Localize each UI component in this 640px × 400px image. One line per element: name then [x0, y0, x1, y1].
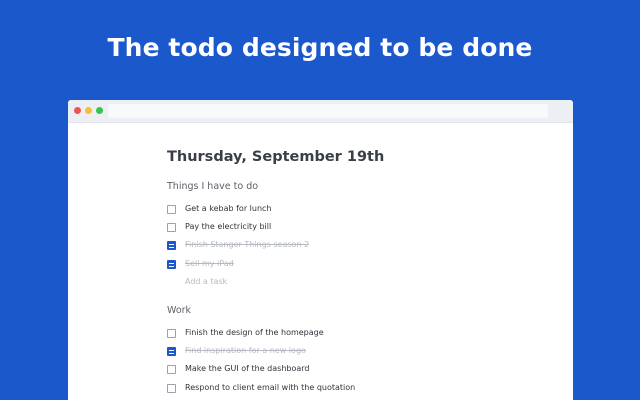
- task-item-done[interactable]: Finish Stanger Things season 2: [167, 239, 309, 251]
- task-label: Find inspiration for a new logo: [185, 346, 306, 355]
- task-label: Make the GUI of the dashboard: [185, 364, 310, 373]
- task-label: Finish the design of the homepage: [185, 328, 324, 337]
- task-label: Respond to client email with the quotati…: [185, 383, 356, 392]
- task-checkbox-checked[interactable]: [167, 346, 176, 356]
- task-label: Get a kebab for lunch: [185, 204, 272, 213]
- task-label: Finish Stanger Things season 2: [185, 240, 310, 249]
- task-checkbox[interactable]: [167, 328, 176, 338]
- task-checkbox[interactable]: [167, 364, 176, 374]
- task-checkbox[interactable]: [167, 383, 176, 393]
- section-title-personal: Things I have to do: [167, 181, 259, 192]
- task-item-done[interactable]: Find inspiration for a new logo: [167, 345, 306, 357]
- date-title: Thursday, September 19th: [167, 149, 385, 165]
- task-checkbox[interactable]: [167, 222, 176, 232]
- address-bar[interactable]: [108, 104, 548, 118]
- task-label: Pay the electricity bill: [185, 222, 272, 231]
- task-item[interactable]: Pay the electricity bill: [167, 221, 271, 233]
- task-item[interactable]: Respond to client email with the quotati…: [167, 382, 355, 394]
- todo-content: Thursday, September 19th Things I have t…: [167, 147, 547, 393]
- minimize-window-button[interactable]: [85, 107, 92, 114]
- app-window: Thursday, September 19th Things I have t…: [68, 100, 573, 400]
- section-title-work: Work: [167, 305, 192, 316]
- task-item[interactable]: Get a kebab for lunch: [167, 203, 272, 215]
- task-item[interactable]: Finish the design of the homepage: [167, 327, 324, 339]
- task-checkbox[interactable]: [167, 204, 176, 214]
- headline: The todo designed to be done: [107, 33, 533, 62]
- task-item[interactable]: Make the GUI of the dashboard: [167, 363, 310, 375]
- task-label: Sell my iPad: [185, 259, 234, 268]
- promo-page: The todo designed to be done Thursday, S…: [0, 0, 640, 400]
- window-titlebar: [68, 100, 573, 123]
- task-item-done[interactable]: Sell my iPad: [167, 258, 234, 270]
- task-checkbox-checked[interactable]: [167, 259, 176, 269]
- task-checkbox-checked[interactable]: [167, 240, 176, 250]
- add-task-button[interactable]: Add a task: [185, 277, 227, 286]
- maximize-window-button[interactable]: [96, 107, 103, 114]
- close-window-button[interactable]: [74, 107, 81, 114]
